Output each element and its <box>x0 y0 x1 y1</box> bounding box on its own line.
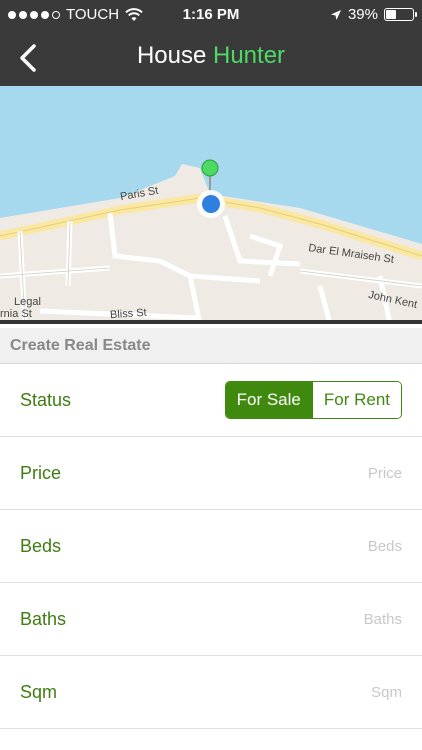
navigation-bar: House Hunter <box>0 30 422 86</box>
location-map[interactable]: Paris St Dar El Mraiseh St John Kent Bli… <box>0 86 422 324</box>
for-rent-segment[interactable]: For Rent <box>311 382 401 418</box>
title-part-house: House <box>136 42 207 69</box>
map-street-label: Legal <box>14 296 41 308</box>
beds-input[interactable] <box>61 537 402 555</box>
sqm-label: Sqm <box>20 681 58 702</box>
baths-row: Baths <box>0 583 422 656</box>
status-row: Status For Sale For Rent <box>0 364 422 437</box>
title-part-hunter: Hunter <box>213 42 286 69</box>
status-label: Status <box>20 389 72 410</box>
price-label: Price <box>20 462 62 483</box>
battery-level <box>386 10 396 19</box>
baths-input[interactable] <box>66 610 402 628</box>
sqm-input[interactable] <box>57 683 402 701</box>
sqm-row: Sqm <box>0 656 422 729</box>
section-header: Create Real Estate <box>0 328 422 364</box>
location-arrow-icon <box>330 9 341 20</box>
price-row: Price <box>0 437 422 510</box>
map-street-label: rnia St <box>0 308 32 320</box>
current-location-dot-icon <box>197 190 225 218</box>
beds-label: Beds <box>20 535 62 556</box>
status-right-group: 39% <box>330 6 417 23</box>
beds-row: Beds <box>0 510 422 583</box>
price-input[interactable] <box>61 464 402 482</box>
status-bar: TOUCH 1:16 PM 39% <box>0 0 422 30</box>
baths-label: Baths <box>20 608 67 629</box>
section-title: Create Real Estate <box>10 336 151 354</box>
battery-percent: 39% <box>347 6 378 23</box>
map-street-label: Bliss St <box>109 306 148 322</box>
status-segmented-control: For Sale For Rent <box>224 381 402 419</box>
page-title: House Hunter <box>0 42 422 70</box>
battery-icon <box>384 8 417 21</box>
for-sale-segment[interactable]: For Sale <box>225 382 312 418</box>
